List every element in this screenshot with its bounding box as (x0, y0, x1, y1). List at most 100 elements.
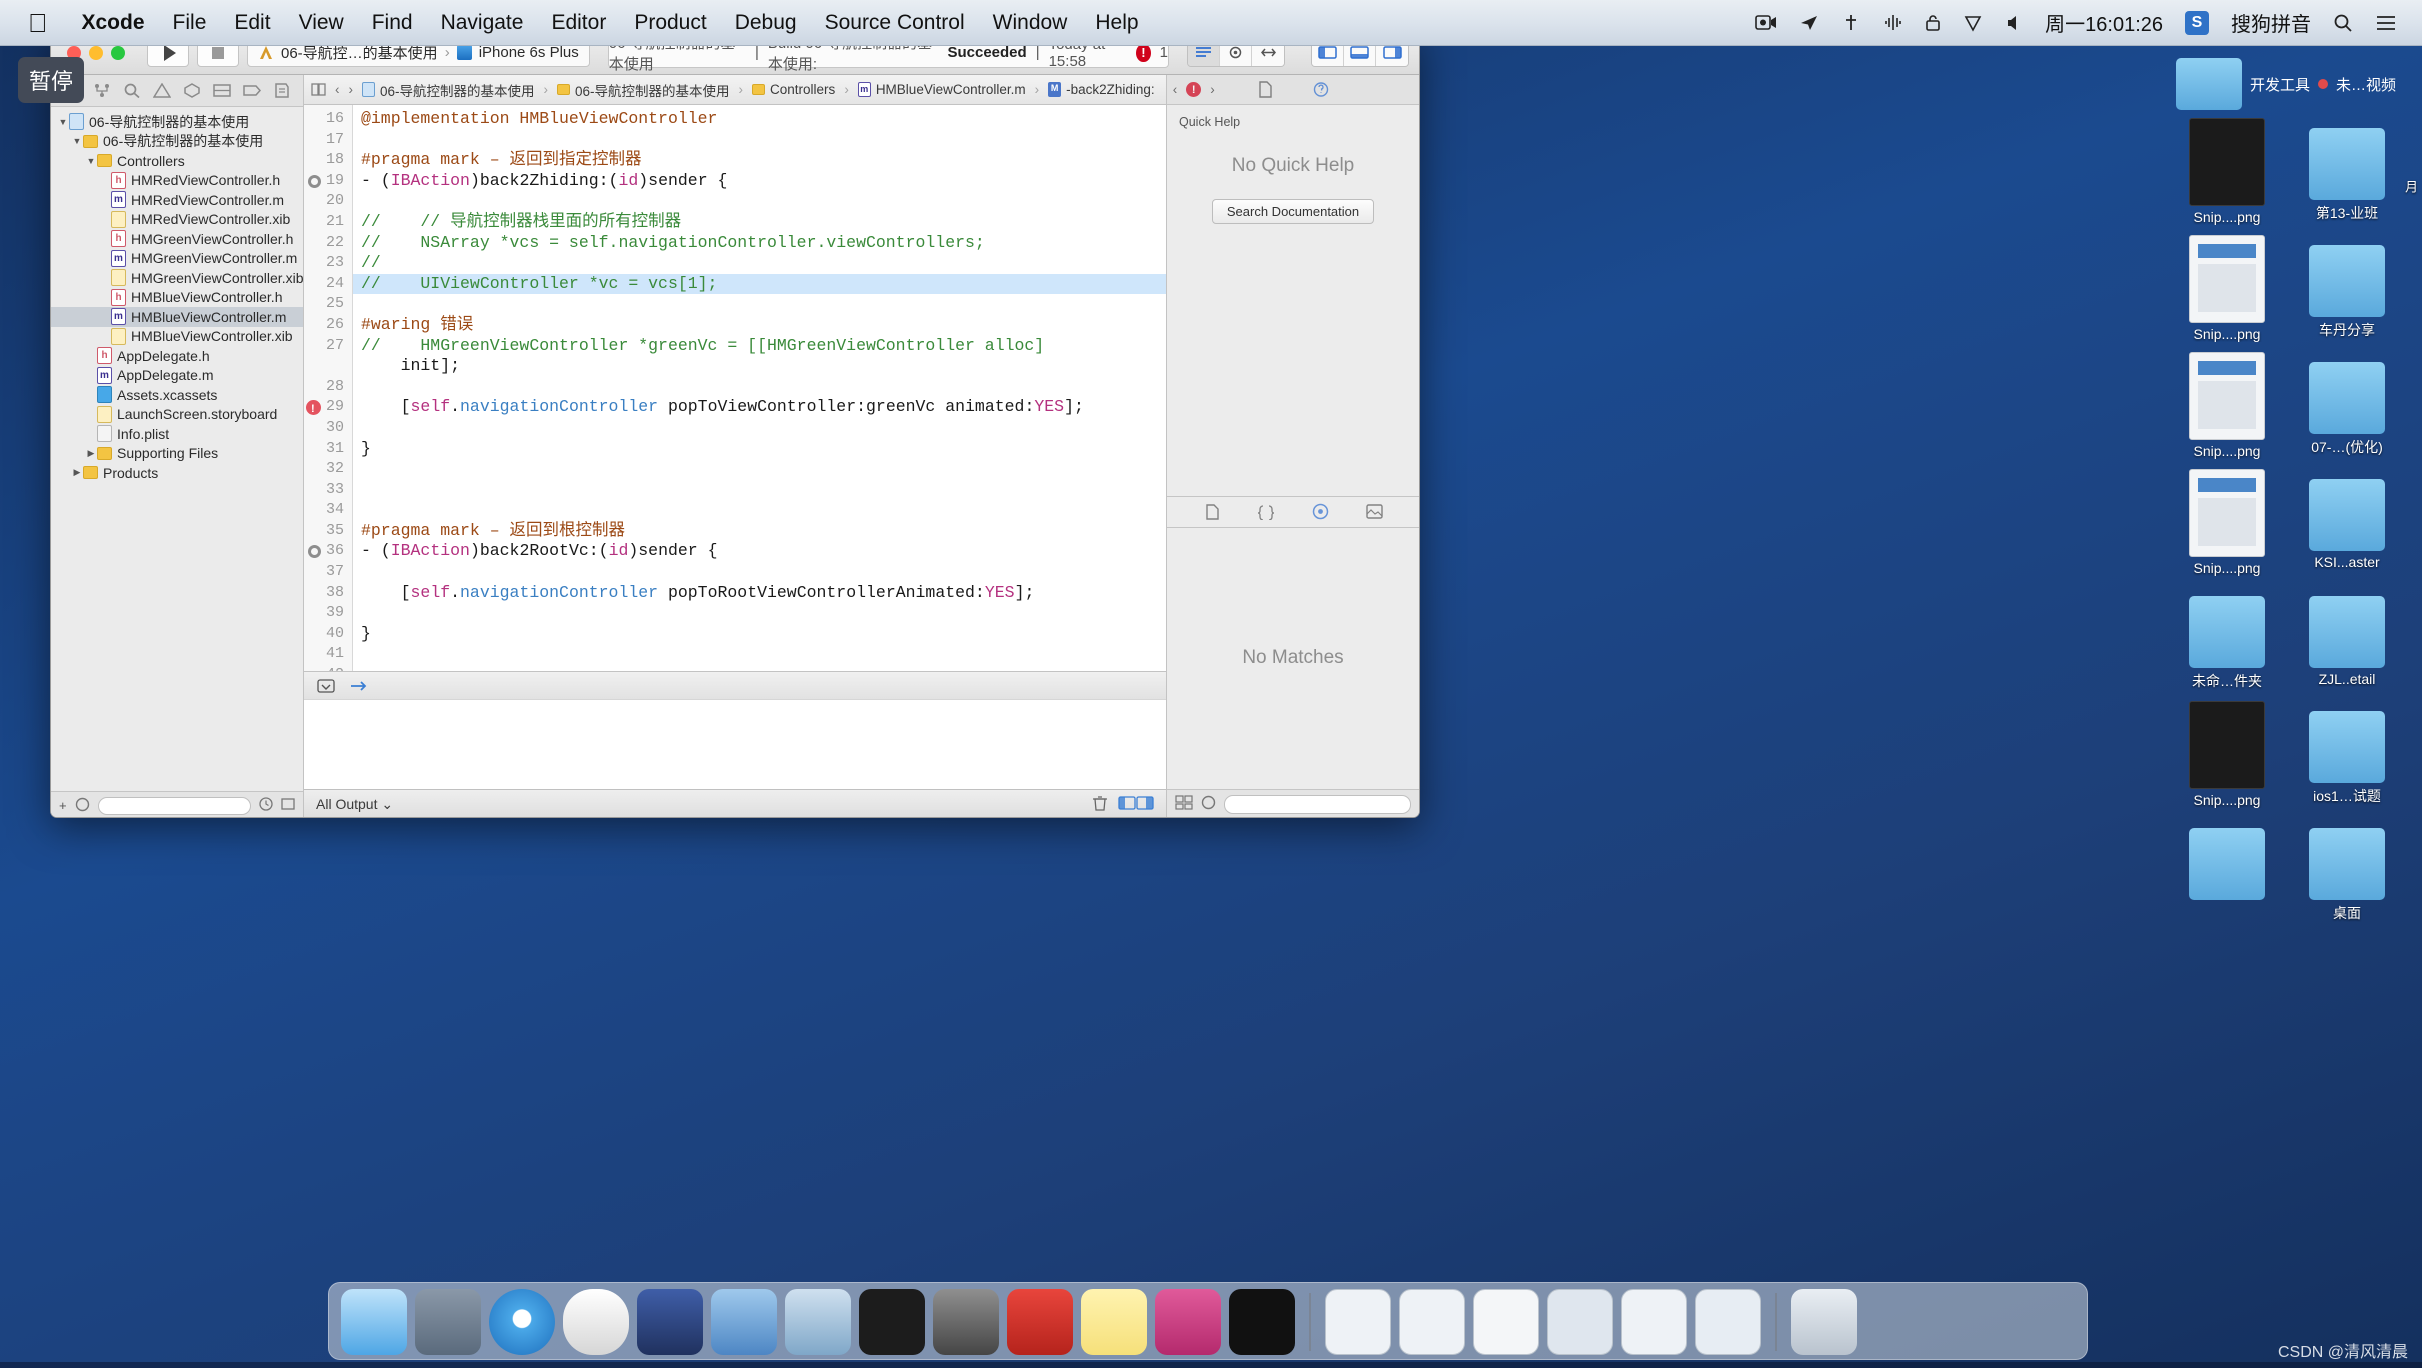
clock-label[interactable]: 周一16:01:26 (2034, 8, 2174, 37)
desktop-icon[interactable]: ZJL..etail (2292, 586, 2402, 691)
gutter-line[interactable]: 31 (304, 439, 352, 460)
code-line[interactable]: // NSArray *vcs = self.navigationControl… (353, 233, 1166, 254)
code-line[interactable] (353, 665, 1166, 671)
gutter-line[interactable]: 26 (304, 315, 352, 336)
gutter-line[interactable]: 17 (304, 130, 352, 151)
gutter-line[interactable]: 32 (304, 459, 352, 480)
code-line[interactable]: init]; (353, 356, 1166, 377)
lock-icon[interactable] (1914, 14, 1952, 32)
code-line[interactable]: @implementation HMBlueViewController (353, 109, 1166, 130)
breakpoint-navigator-icon[interactable] (241, 81, 263, 101)
gutter-line[interactable]: 24 (304, 274, 352, 295)
code-line[interactable] (353, 294, 1166, 315)
file-tree-row[interactable]: h AppDelegate.h (51, 346, 303, 366)
navigator-tab-bar[interactable] (51, 75, 303, 107)
dock-item-terminal[interactable] (859, 1289, 925, 1355)
dock-item-script-editor[interactable] (1229, 1289, 1295, 1355)
gutter-line[interactable] (304, 356, 352, 377)
dock-item-window-2[interactable] (1399, 1289, 1465, 1355)
gutter-line[interactable]: 40 (304, 624, 352, 645)
menu-item-navigate[interactable]: Navigate (427, 11, 538, 35)
source-control-navigator-icon[interactable] (91, 81, 113, 101)
send-icon[interactable] (1788, 14, 1830, 32)
forward-chevron-icon[interactable]: › (349, 82, 354, 98)
ime-icon[interactable]: S (2174, 10, 2220, 35)
code-line[interactable] (353, 418, 1166, 439)
gutter-line[interactable]: 39 (304, 603, 352, 624)
dock-item-window-4[interactable] (1547, 1289, 1613, 1355)
desktop-icon[interactable]: Snip....png (2172, 118, 2282, 225)
file-inspector-icon[interactable] (1255, 81, 1275, 99)
code-line[interactable]: #pragma mark – 返回到指定控制器 (353, 150, 1166, 171)
gutter-line[interactable]: 41 (304, 644, 352, 665)
gutter-line[interactable]: 34 (304, 500, 352, 521)
gutter-line[interactable]: 35 (304, 521, 352, 542)
shield-icon[interactable] (1952, 14, 1994, 32)
media-library-icon[interactable] (1364, 503, 1384, 521)
menu-item-view[interactable]: View (285, 11, 358, 35)
gutter-line[interactable]: 29 (304, 397, 352, 420)
code-line[interactable] (353, 603, 1166, 624)
file-tree-row[interactable]: m HMGreenViewController.m (51, 249, 303, 269)
clear-console-icon[interactable] (1092, 795, 1108, 814)
desktop-icon[interactable]: 07-…(优化) (2292, 352, 2402, 459)
gutter-line[interactable]: 16 (304, 109, 352, 130)
back-chevron-icon[interactable]: ‹ (335, 82, 340, 98)
disclosure-triangle-icon[interactable]: ▼ (71, 136, 83, 146)
code-line[interactable]: // (353, 253, 1166, 274)
dock-item-window-5[interactable] (1621, 1289, 1687, 1355)
airdrop-icon[interactable] (1830, 14, 1872, 32)
menu-item-source-control[interactable]: Source Control (811, 11, 979, 35)
file-tree-row[interactable]: ▼ 06-导航控制器的基本使用 (51, 132, 303, 152)
dock-item-notes[interactable] (1081, 1289, 1147, 1355)
gutter-line[interactable]: 19 (304, 171, 352, 192)
desktop-icon[interactable]: 桌面 (2292, 818, 2402, 923)
code-line[interactable]: } (353, 439, 1166, 460)
editor-jump-bar[interactable]: ‹ › 06-导航控制器的基本使用 › 06-导航控制器的基本使用 › Cont… (304, 75, 1215, 105)
menu-item-editor[interactable]: Editor (537, 11, 620, 35)
disclosure-triangle-icon[interactable]: ▶ (71, 467, 83, 478)
dock-item-safari[interactable] (489, 1289, 555, 1355)
gutter-line[interactable]: 21 (304, 212, 352, 233)
file-tree-row[interactable]: h HMGreenViewController.h (51, 229, 303, 249)
desktop-icon[interactable]: ios1…试题 (2292, 701, 2402, 808)
menu-item-edit[interactable]: Edit (220, 11, 284, 35)
disclosure-triangle-icon[interactable]: ▶ (85, 448, 97, 459)
search-icon[interactable] (2322, 13, 2364, 33)
code-line[interactable]: [self.navigationController popToViewCont… (353, 397, 1166, 418)
desktop-icon[interactable] (2172, 818, 2282, 923)
quick-help-inspector-icon[interactable] (1311, 81, 1331, 99)
code-line[interactable]: [self.navigationController popToRootView… (353, 583, 1166, 604)
code-snippet-library-icon[interactable] (1256, 503, 1276, 521)
breadcrumb-symbol[interactable]: M -back2Zhiding: (1048, 82, 1155, 97)
console-output-area[interactable]: All Output ⌄ (304, 699, 1166, 817)
code-line[interactable] (353, 459, 1166, 480)
code-line[interactable]: // UIViewController *vc = vcs[1]; (353, 273, 1166, 295)
file-tree-row[interactable]: m HMBlueViewController.m (51, 307, 303, 327)
code-line[interactable]: #pragma mark – 返回到根控制器 (353, 521, 1166, 542)
find-navigator-icon[interactable] (121, 81, 143, 101)
file-tree-row[interactable]: ▶ Supporting Files (51, 444, 303, 464)
code-line[interactable]: #waring 错误 (353, 315, 1166, 336)
previous-issue-icon[interactable]: ‹ (1173, 82, 1178, 98)
project-file-tree[interactable]: ▼ 06-导航控制器的基本使用 ▼ 06-导航控制器的基本使用 ▼ Controllers… (51, 107, 303, 791)
gutter-line[interactable]: 38 (304, 583, 352, 604)
file-tree-row[interactable]: ▶ Products (51, 463, 303, 483)
code-line[interactable] (353, 500, 1166, 521)
code-line[interactable]: } (353, 624, 1166, 645)
file-tree-row[interactable]: ▼ Controllers (51, 151, 303, 171)
screen-record-icon[interactable] (1744, 14, 1788, 32)
file-tree-row[interactable]: h HMRedViewController.h (51, 171, 303, 191)
utilities-tab-bar[interactable] (1167, 75, 1419, 105)
minimize-button[interactable] (89, 45, 103, 60)
gutter-line[interactable]: 30 (304, 418, 352, 439)
file-tree-row[interactable]: ▼ 06-导航控制器的基本使用 (51, 112, 303, 132)
hide-debug-area-icon[interactable] (316, 678, 336, 694)
code-line[interactable]: // // 导航控制器栈里面的所有控制器 (353, 212, 1166, 233)
gutter-line[interactable]: 25 (304, 294, 352, 315)
dock-item-magic-mouse[interactable] (563, 1289, 629, 1355)
code-line[interactable] (353, 562, 1166, 583)
breadcrumb-project[interactable]: 06-导航控制器的基本使用 (362, 80, 535, 100)
breakpoint-marker-icon[interactable] (308, 174, 321, 188)
breadcrumb-controllers[interactable]: Controllers (752, 82, 835, 97)
